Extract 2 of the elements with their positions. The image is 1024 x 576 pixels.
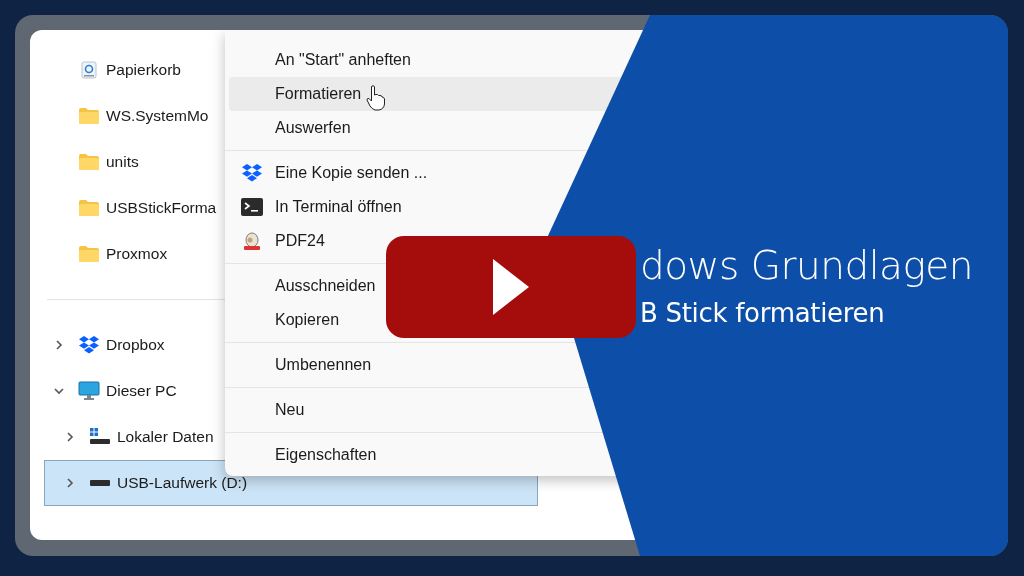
banner-subtitle: B Stick formatieren (640, 298, 886, 328)
banner-title: dows Grundlagen (640, 243, 975, 288)
